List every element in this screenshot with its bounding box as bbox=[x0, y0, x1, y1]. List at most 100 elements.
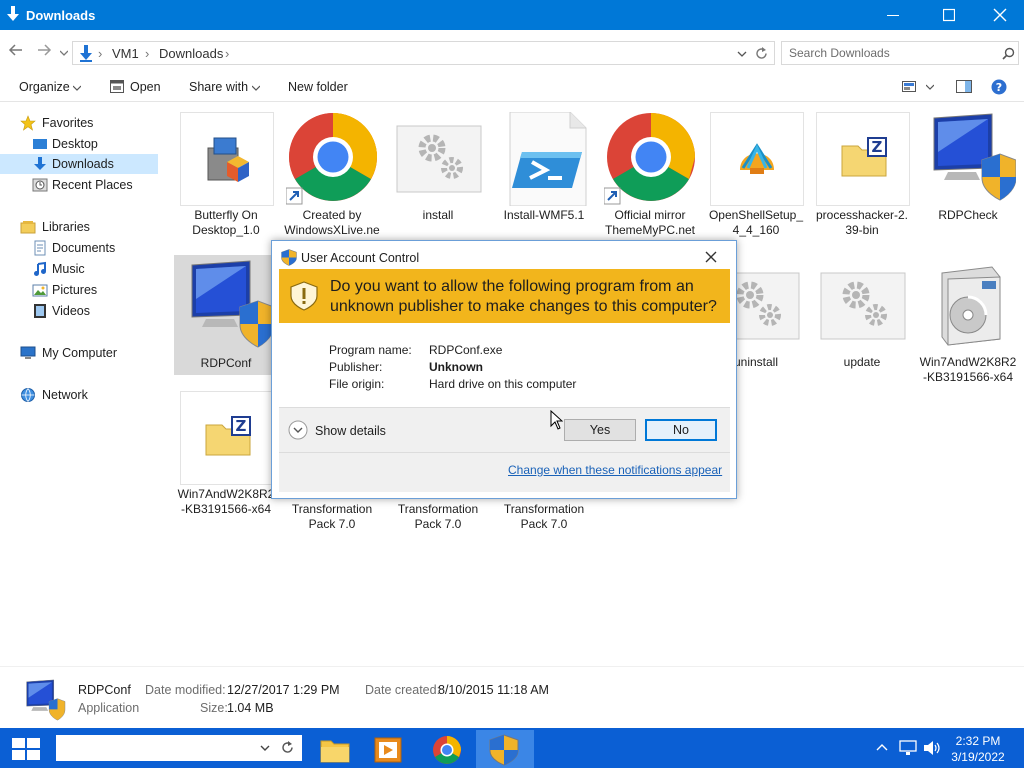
command-bar: Organize Open Share with New folder ? bbox=[0, 70, 1024, 102]
chrome-icon bbox=[433, 736, 461, 764]
uac-close-button[interactable] bbox=[700, 246, 722, 268]
nav-label: Pictures bbox=[52, 283, 98, 297]
app-window-icon bbox=[110, 80, 124, 93]
show-details-toggle[interactable]: Show details bbox=[288, 420, 388, 442]
zip-folder-icon: Z bbox=[180, 391, 274, 485]
shell-icon bbox=[710, 112, 804, 206]
share-with-button[interactable]: Share with bbox=[189, 80, 260, 94]
zip-folder-icon: Z bbox=[816, 112, 910, 206]
chrome-icon bbox=[286, 113, 377, 205]
file-item[interactable]: Butterfly On Desktop_1.0 bbox=[174, 112, 278, 242]
notification-settings-link[interactable]: Change when these notifications appear bbox=[508, 463, 722, 477]
file-item[interactable]: Created by WindowsXLive.ne bbox=[280, 112, 384, 242]
nav-pictures[interactable]: Pictures bbox=[0, 280, 158, 300]
yes-button[interactable]: Yes bbox=[564, 419, 636, 441]
volume-icon[interactable] bbox=[923, 740, 941, 756]
clock-date: 3/19/2022 bbox=[951, 750, 1005, 764]
file-name-line: -KB3191566-x64 bbox=[180, 502, 272, 516]
nav-recent-places[interactable]: Recent Places bbox=[0, 175, 158, 195]
nav-music[interactable]: Music bbox=[0, 259, 158, 279]
system-clock[interactable]: 2:32 PM 3/19/2022 bbox=[948, 733, 1008, 765]
file-name: Install-WMF5.1 bbox=[503, 208, 585, 222]
file-item[interactable]: update bbox=[810, 259, 914, 373]
nav-network[interactable]: Network bbox=[0, 385, 158, 405]
network-icon bbox=[21, 388, 35, 402]
refresh-icon[interactable] bbox=[755, 47, 768, 60]
nav-label: Libraries bbox=[42, 220, 90, 234]
chevron-up-icon[interactable] bbox=[876, 743, 888, 751]
chevron-down-icon[interactable] bbox=[926, 84, 934, 90]
help-icon[interactable]: ? bbox=[991, 79, 1007, 95]
file-name-line: Win7AndW2K8R2 bbox=[919, 355, 1017, 369]
file-item[interactable]: Install-WMF5.1 bbox=[492, 112, 596, 242]
nav-downloads[interactable]: Downloads bbox=[0, 154, 158, 174]
uac-question: Do you want to allow the following progr… bbox=[330, 278, 717, 315]
shield-icon bbox=[489, 734, 519, 766]
file-item-selected[interactable]: RDPConf bbox=[174, 255, 280, 375]
refresh-icon bbox=[282, 741, 293, 753]
close-icon bbox=[705, 251, 717, 263]
file-item[interactable]: Z Win7AndW2K8R2 -KB3191566-x64 bbox=[174, 391, 278, 521]
start-windows-icon[interactable] bbox=[12, 738, 40, 760]
file-name: RDPConf bbox=[200, 356, 252, 370]
preview-pane-icon[interactable] bbox=[956, 80, 972, 93]
chevron-down-icon[interactable] bbox=[737, 50, 747, 58]
organize-button[interactable]: Organize bbox=[19, 80, 82, 94]
breadcrumb-downloads[interactable]: Downloads bbox=[159, 46, 223, 61]
search-placeholder: Search Downloads bbox=[789, 46, 890, 60]
desktop-icon bbox=[33, 139, 47, 149]
program-name-value: RDPConf.exe bbox=[429, 343, 503, 357]
chrome-icon bbox=[604, 113, 695, 205]
nav-label: Desktop bbox=[52, 137, 98, 151]
gear-icon bbox=[396, 125, 482, 193]
download-arrow-icon bbox=[80, 45, 92, 62]
file-name: Transformation Pack 7.0 bbox=[280, 502, 384, 532]
date-created-value: 8/10/2015 11:18 AM bbox=[438, 683, 549, 697]
nav-documents[interactable]: Documents bbox=[0, 238, 158, 258]
nav-desktop[interactable]: Desktop bbox=[0, 134, 158, 154]
network-tray-icon[interactable] bbox=[899, 740, 917, 756]
file-name-line: Official mirror bbox=[614, 208, 686, 222]
search-input[interactable]: Search Downloads bbox=[781, 41, 1019, 65]
file-name: processhacker-2. 39-bin bbox=[810, 208, 914, 238]
file-item[interactable]: Official mirror ThemeMyPC.net bbox=[598, 112, 702, 242]
maximize-button[interactable] bbox=[926, 0, 972, 30]
view-options-icon[interactable] bbox=[902, 81, 916, 92]
file-origin-label: File origin: bbox=[329, 377, 385, 391]
close-button[interactable] bbox=[976, 0, 1022, 30]
nav-my-computer[interactable]: My Computer bbox=[0, 343, 158, 363]
navigation-pane: Favorites Desktop Downloads Recent Place… bbox=[0, 103, 164, 666]
back-button[interactable] bbox=[8, 42, 26, 60]
taskbar-media-player[interactable] bbox=[362, 730, 412, 768]
nav-label: Recent Places bbox=[52, 178, 133, 192]
file-item[interactable]: RDPCheck bbox=[916, 112, 1020, 242]
nav-favorites[interactable]: Favorites bbox=[0, 113, 158, 133]
file-item[interactable]: Win7AndW2K8R2 -KB3191566-x64 bbox=[916, 259, 1020, 389]
new-folder-button[interactable]: New folder bbox=[288, 80, 348, 94]
close-icon bbox=[993, 8, 1007, 22]
videos-icon bbox=[34, 304, 46, 318]
forward-button[interactable] bbox=[36, 42, 54, 60]
file-name: Created by WindowsXLive.ne bbox=[280, 208, 384, 238]
taskbar-uac-shield[interactable] bbox=[476, 730, 534, 768]
nav-videos[interactable]: Videos bbox=[0, 301, 158, 321]
file-name-line: Transformation bbox=[397, 502, 479, 516]
taskbar-search-input[interactable] bbox=[56, 735, 302, 761]
taskbar-file-explorer[interactable] bbox=[310, 730, 360, 768]
organize-label: Organize bbox=[19, 80, 70, 94]
file-item[interactable]: OpenShellSetup_ 4_4_160 bbox=[704, 112, 808, 242]
file-name: OpenShellSetup_ 4_4_160 bbox=[704, 208, 808, 238]
program-name-label: Program name: bbox=[329, 343, 412, 357]
breadcrumb-separator: › bbox=[225, 46, 230, 61]
computer-icon bbox=[20, 346, 36, 359]
address-bar[interactable]: › VM1 › Downloads › bbox=[72, 41, 775, 65]
breadcrumb-vm1[interactable]: VM1 bbox=[112, 46, 139, 61]
taskbar-chrome[interactable] bbox=[422, 730, 472, 768]
clock-time: 2:32 PM bbox=[955, 734, 1001, 748]
file-item[interactable]: install bbox=[386, 112, 490, 242]
minimize-button[interactable] bbox=[870, 0, 916, 30]
nav-libraries[interactable]: Libraries bbox=[0, 217, 158, 237]
file-item[interactable]: Z processhacker-2. 39-bin bbox=[810, 112, 914, 242]
no-button[interactable]: No bbox=[645, 419, 717, 441]
file-name: Win7AndW2K8R2 -KB3191566-x64 bbox=[916, 355, 1020, 385]
